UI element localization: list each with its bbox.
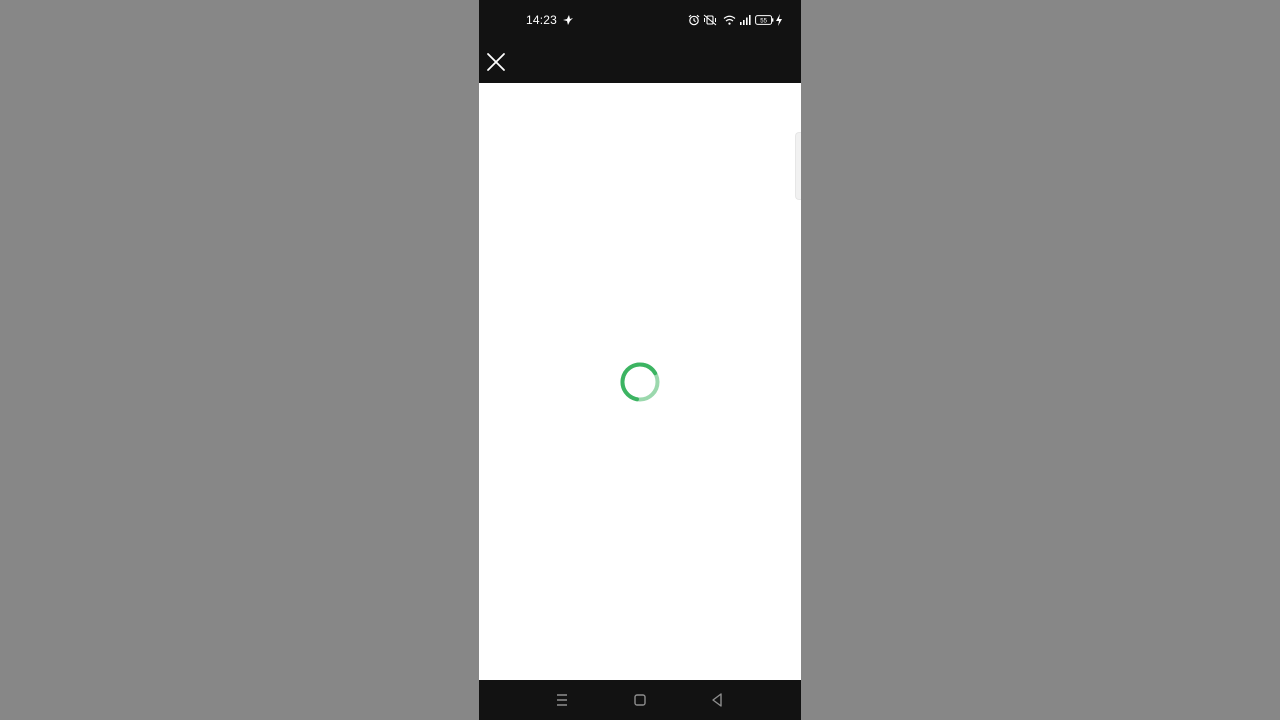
- side-panel-handle[interactable]: [795, 132, 801, 200]
- wifi-icon: [723, 15, 736, 25]
- webview-content: [479, 83, 801, 680]
- battery-level: 55: [760, 18, 767, 24]
- close-button[interactable]: [483, 44, 509, 74]
- phone-screen: 14:23 55: [479, 0, 801, 720]
- loading-spinner: [620, 362, 660, 402]
- back-icon[interactable]: [708, 691, 726, 709]
- alarm-icon: [688, 14, 700, 26]
- close-icon: [487, 53, 505, 71]
- menu-icon[interactable]: [553, 691, 571, 709]
- signal-icon: [740, 15, 751, 25]
- bird-notification-icon: [563, 15, 573, 25]
- navigation-bar: [479, 680, 801, 720]
- status-time: 14:23: [526, 13, 558, 27]
- status-bar: 14:23 55: [479, 0, 801, 40]
- vibrate-mute-icon: [703, 14, 717, 26]
- home-icon[interactable]: [631, 691, 649, 709]
- battery-icon: 55: [755, 15, 774, 25]
- top-app-bar: [479, 40, 801, 83]
- charging-icon: [776, 14, 782, 26]
